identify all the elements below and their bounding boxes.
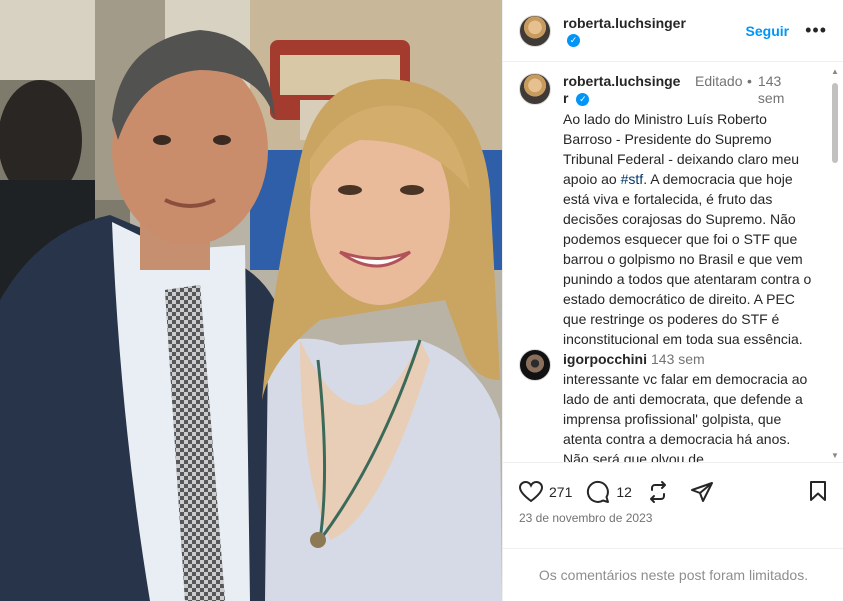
share-icon	[690, 482, 713, 502]
bookmark-icon	[810, 481, 826, 501]
comment-button[interactable]: 12	[586, 480, 632, 504]
comments-scrollbar[interactable]: ▲ ▼	[830, 67, 840, 460]
commenter-username[interactable]: igorpocchini	[563, 351, 647, 367]
caption-body: roberta.luchsinger ✓ Editado • 143 sem A…	[563, 73, 817, 349]
comment-item: igorpocchini 143 sem interessante vc fala…	[519, 349, 819, 463]
comments-limited-notice: Os comentários neste post foram limitado…	[503, 548, 843, 601]
like-count[interactable]: 271	[549, 484, 572, 500]
comment-text: interessante vc falar em democracia ao l…	[563, 371, 808, 463]
author-username-text[interactable]: roberta.luchsinger	[563, 15, 686, 31]
caption-head: roberta.luchsinger ✓ Editado • 143 sem	[563, 73, 817, 107]
like-button[interactable]: 271	[519, 481, 572, 503]
post-side-panel: roberta.luchsinger ✓ Seguir ••• roberta.l…	[502, 0, 843, 601]
comment-time[interactable]: 143 sem	[651, 351, 705, 367]
share-button[interactable]	[690, 480, 720, 504]
post-actions: 271 12	[519, 478, 828, 506]
scroll-down-icon[interactable]: ▼	[830, 451, 840, 460]
author-avatar[interactable]	[519, 14, 551, 47]
caption-username[interactable]: roberta.luchsinger ✓	[563, 73, 683, 107]
comment-icon	[587, 480, 610, 503]
scroll-up-icon[interactable]: ▲	[830, 67, 840, 76]
post-date[interactable]: 23 de novembro de 2023	[519, 511, 652, 525]
post-header: roberta.luchsinger ✓ Seguir •••	[503, 0, 843, 62]
verified-badge-icon: ✓	[576, 93, 590, 106]
commenter-avatar[interactable]	[519, 349, 551, 381]
scrollbar-thumb[interactable]	[832, 83, 838, 163]
caption-text-after: . A democracia que hoje está viva e fort…	[563, 171, 812, 347]
author-username[interactable]: roberta.luchsinger ✓	[563, 15, 700, 47]
follow-button[interactable]: Seguir	[746, 23, 790, 39]
comment-text-block: igorpocchini 143 sem interessante vc fala…	[563, 349, 817, 463]
repost-button[interactable]	[646, 480, 676, 504]
save-button[interactable]	[808, 480, 828, 507]
edited-label: Editado	[695, 73, 743, 89]
photo-illustration	[0, 0, 502, 601]
caption-time[interactable]: 143 sem	[758, 73, 788, 107]
comments-section[interactable]: roberta.luchsinger ✓ Editado • 143 sem A…	[503, 63, 843, 463]
verified-badge-icon: ✓	[567, 33, 580, 47]
post-photo[interactable]	[0, 0, 502, 601]
separator-dot: •	[747, 73, 752, 89]
repost-icon	[649, 481, 666, 503]
caption-avatar[interactable]	[519, 73, 551, 105]
hashtag-link[interactable]: #stf	[621, 171, 644, 187]
caption: roberta.luchsinger ✓ Editado • 143 sem A…	[519, 73, 819, 349]
more-options-icon[interactable]: •••	[805, 20, 827, 41]
caption-text: Ao lado do Ministro Luís Roberto Barroso…	[563, 109, 817, 349]
heart-icon	[519, 481, 543, 503]
comment-body: igorpocchini 143 sem interessante vc fala…	[563, 349, 817, 463]
comment-count[interactable]: 12	[616, 484, 632, 500]
